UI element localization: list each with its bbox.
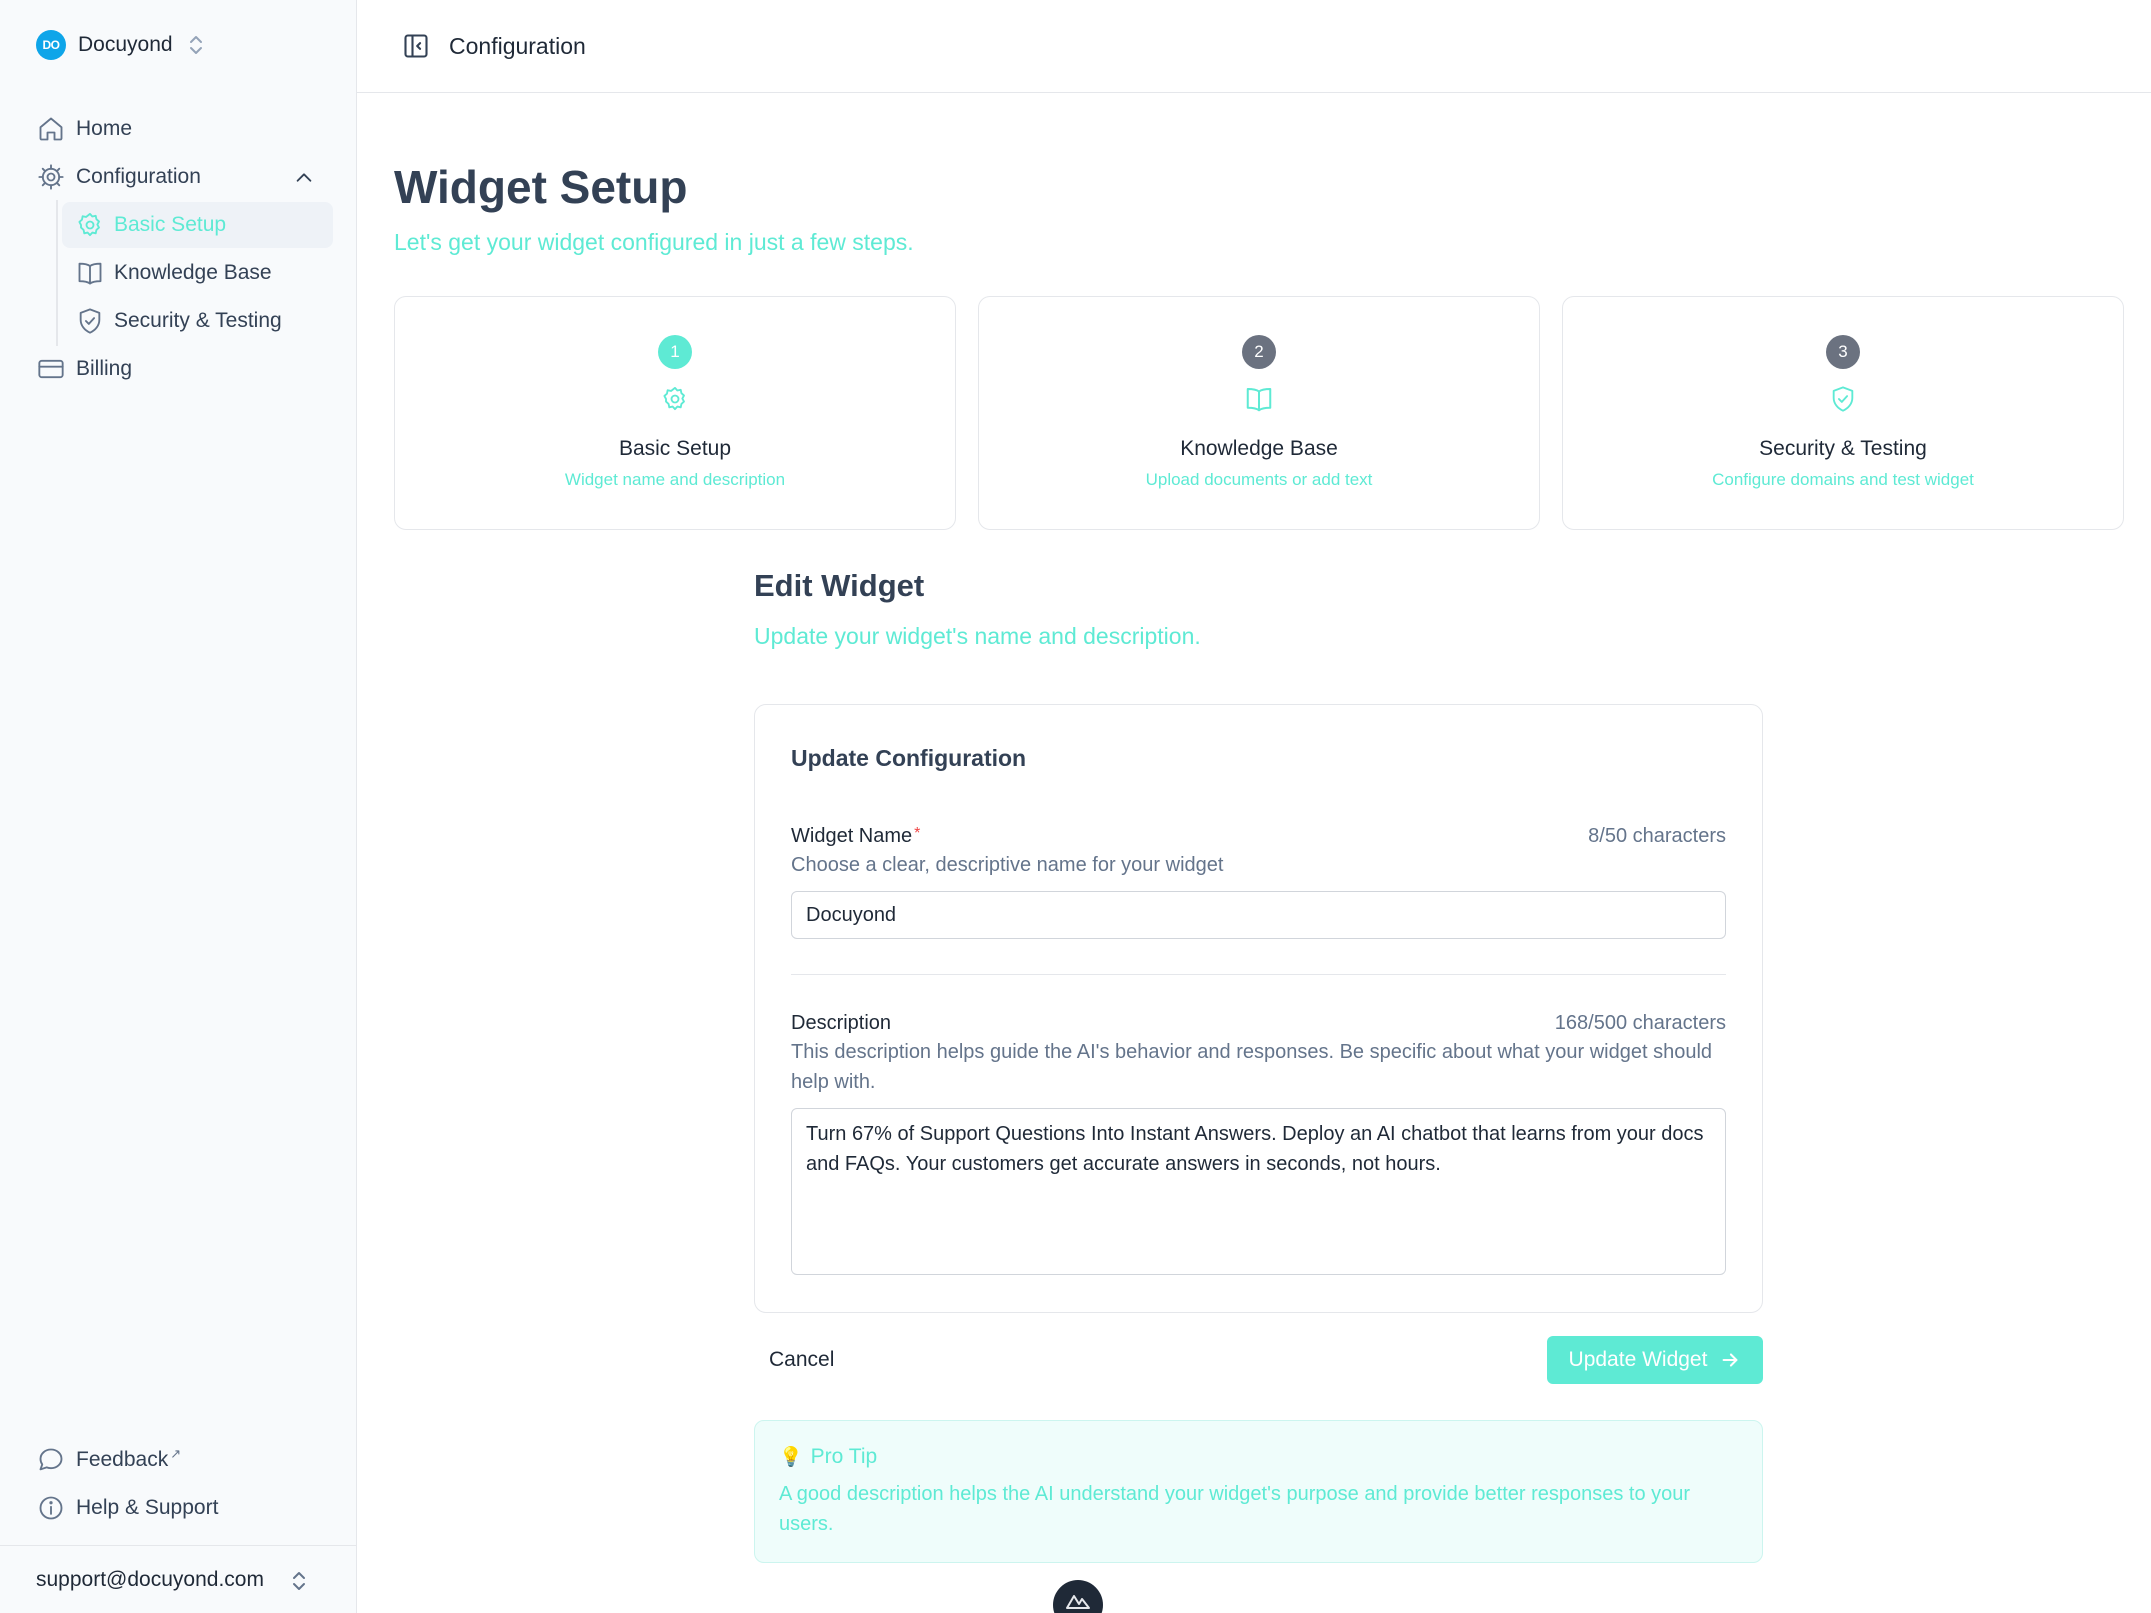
sidebar-item-label: Home bbox=[76, 117, 133, 140]
sidebar-item-label: Billing bbox=[76, 357, 133, 380]
step-title: Security & Testing bbox=[1759, 437, 1927, 460]
credit-card-icon bbox=[36, 354, 66, 384]
update-configuration-card: Update Configuration Widget Name * 8/50 c… bbox=[754, 704, 1763, 1313]
widget-name-help: Choose a clear, descriptive name for you… bbox=[791, 854, 1224, 876]
step-title: Basic Setup bbox=[618, 437, 732, 460]
step-title: Knowledge Base bbox=[1180, 437, 1338, 460]
external-link-icon: ↗ bbox=[170, 1446, 182, 1461]
pro-tip-header: 💡 Pro Tip bbox=[779, 1445, 877, 1469]
home-icon bbox=[36, 114, 66, 144]
dev-tools-badge-icon[interactable] bbox=[1053, 1580, 1103, 1613]
info-icon bbox=[36, 1493, 66, 1523]
sidebar-item-home[interactable]: Home bbox=[36, 108, 132, 150]
arrow-right-icon bbox=[1719, 1349, 1741, 1371]
sidebar-item-knowledge-base[interactable]: Knowledge Base bbox=[62, 250, 333, 296]
divider bbox=[791, 974, 1726, 975]
update-widget-label: Update Widget bbox=[1568, 1348, 1708, 1371]
description-char-count: 168/500 characters bbox=[1554, 1012, 1726, 1034]
sidebar-item-configuration[interactable]: Configuration bbox=[36, 156, 201, 198]
sidebar-item-label: Configuration bbox=[76, 165, 201, 188]
chevron-up-down-icon bbox=[187, 33, 205, 57]
step-card-security-testing[interactable]: 3 Security & Testing Configure domains a… bbox=[1562, 296, 2124, 530]
gear-icon bbox=[659, 383, 691, 415]
user-menu[interactable]: support@docuyond.com bbox=[0, 1545, 357, 1613]
workspace-switcher[interactable]: DO Docuyond bbox=[36, 28, 205, 62]
update-widget-button[interactable]: Update Widget bbox=[1547, 1336, 1763, 1384]
gear-icon bbox=[36, 162, 66, 192]
description-textarea[interactable]: Turn 67% of Support Questions Into Insta… bbox=[791, 1108, 1726, 1275]
sidebar-toggle-icon[interactable] bbox=[401, 31, 431, 61]
pro-tip-box: 💡 Pro Tip A good description helps the A… bbox=[754, 1420, 1763, 1563]
sidebar-item-billing[interactable]: Billing bbox=[36, 348, 132, 390]
submenu-guide-line bbox=[56, 200, 58, 346]
brand-logo: DO bbox=[36, 30, 66, 60]
page-subtitle: Let's get your widget configured in just… bbox=[394, 229, 914, 255]
sidebar-item-basic-setup[interactable]: Basic Setup bbox=[62, 202, 333, 248]
step-description: Widget name and description bbox=[564, 470, 786, 489]
book-icon bbox=[75, 258, 105, 288]
sidebar-item-label: Security & Testing bbox=[114, 309, 282, 332]
chevron-up-down-icon bbox=[290, 1568, 308, 1594]
section-title: Edit Widget bbox=[754, 568, 925, 603]
step-card-basic-setup[interactable]: 1 Basic Setup Widget name and descriptio… bbox=[394, 296, 956, 530]
top-bar: Configuration bbox=[357, 0, 2151, 93]
widget-name-label-text: Widget Name bbox=[791, 825, 913, 847]
step-number-badge: 1 bbox=[658, 335, 692, 369]
user-email: support@docuyond.com bbox=[36, 1568, 264, 1591]
step-card-knowledge-base[interactable]: 2 Knowledge Base Upload documents or add… bbox=[978, 296, 1540, 530]
sidebar-item-help-support[interactable]: Help & Support bbox=[36, 1488, 218, 1528]
book-icon bbox=[1243, 383, 1275, 415]
description-help: This description helps guide the AI's be… bbox=[791, 1041, 1713, 1093]
sidebar-item-feedback[interactable]: Feedback ↗ bbox=[36, 1440, 181, 1480]
step-number-badge: 2 bbox=[1242, 335, 1276, 369]
step-description: Upload documents or add text bbox=[1145, 470, 1373, 489]
sidebar-item-label: Knowledge Base bbox=[114, 261, 272, 284]
chat-bubble-icon bbox=[36, 1445, 66, 1475]
widget-name-label: Widget Name * bbox=[791, 825, 920, 848]
description-label: Description bbox=[791, 1012, 892, 1034]
step-number-badge: 3 bbox=[1826, 335, 1860, 369]
section-subtitle: Update your widget's name and descriptio… bbox=[754, 623, 1201, 649]
step-description: Configure domains and test widget bbox=[1712, 470, 1974, 489]
sidebar-item-label: Help & Support bbox=[76, 1496, 219, 1519]
sidebar-item-security-testing[interactable]: Security & Testing bbox=[62, 298, 333, 344]
sidebar-item-label: Basic Setup bbox=[114, 213, 227, 236]
pro-tip-text: A good description helps the AI understa… bbox=[779, 1483, 1691, 1535]
breadcrumb: Configuration bbox=[449, 32, 586, 59]
shield-check-icon bbox=[1827, 383, 1859, 415]
chevron-up-icon[interactable] bbox=[290, 164, 318, 192]
brand-name: Docuyond bbox=[78, 33, 173, 56]
sidebar-item-label: Feedback bbox=[76, 1448, 169, 1471]
widget-name-input[interactable] bbox=[791, 891, 1726, 939]
widget-name-char-count: 8/50 characters bbox=[1588, 825, 1726, 847]
shield-check-icon bbox=[75, 306, 105, 336]
gear-icon bbox=[75, 210, 105, 240]
cancel-button[interactable]: Cancel bbox=[754, 1336, 854, 1384]
sidebar: DO Docuyond Home Configuration Basic Set… bbox=[0, 0, 357, 1613]
required-marker: * bbox=[914, 825, 921, 842]
lightbulb-icon: 💡 bbox=[779, 1447, 803, 1468]
pro-tip-title: Pro Tip bbox=[810, 1445, 878, 1468]
page-title: Widget Setup bbox=[394, 161, 688, 213]
card-title: Update Configuration bbox=[791, 745, 1027, 771]
